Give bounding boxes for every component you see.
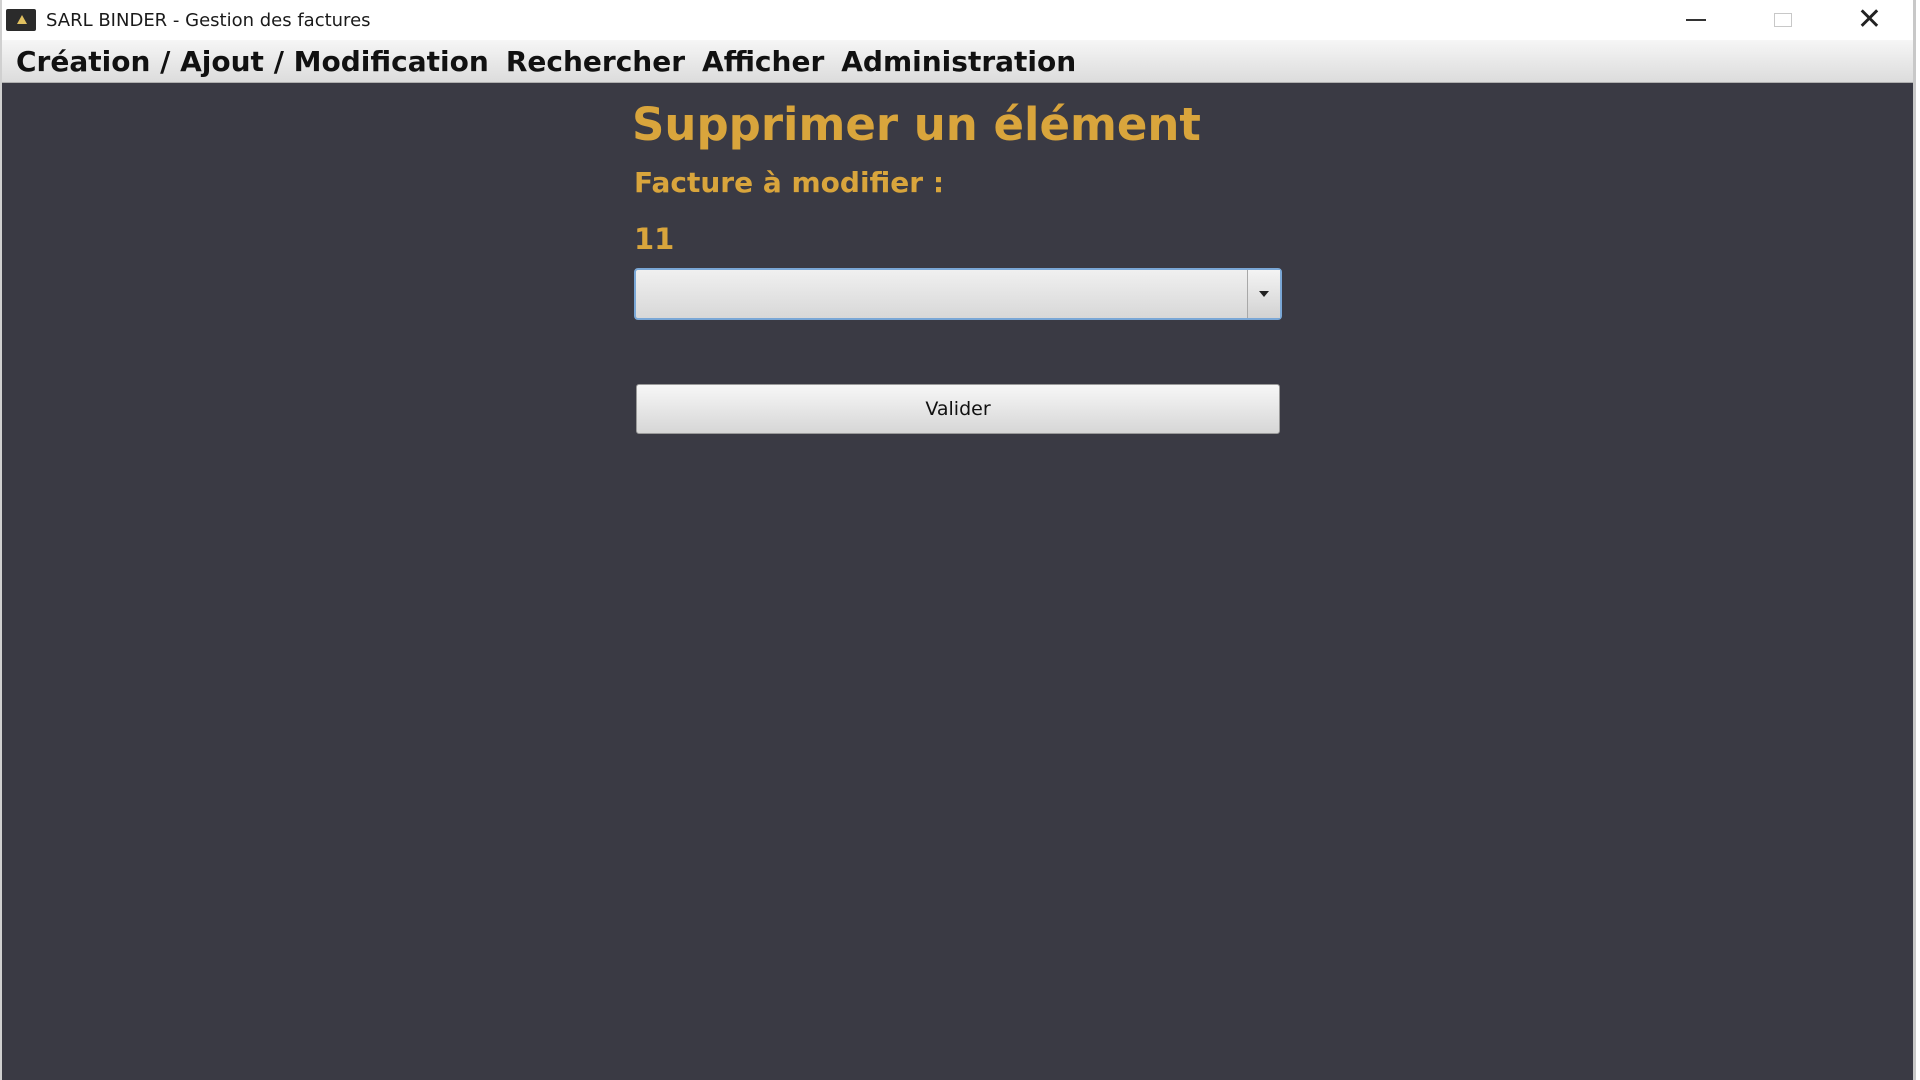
app-icon bbox=[6, 9, 36, 31]
invoice-select[interactable] bbox=[634, 268, 1282, 320]
menu-rechercher[interactable]: Rechercher bbox=[506, 45, 685, 78]
menu-bar: Création / Ajout / Modification Recherch… bbox=[2, 40, 1913, 83]
menu-administration[interactable]: Administration bbox=[841, 45, 1076, 78]
title-bar[interactable]: SARL BINDER - Gestion des factures ✕ bbox=[2, 0, 1913, 40]
app-window: SARL BINDER - Gestion des factures ✕ Cré… bbox=[0, 0, 1916, 1080]
close-icon: ✕ bbox=[1856, 2, 1883, 37]
validate-button[interactable]: Valider bbox=[636, 384, 1280, 434]
maximize-icon bbox=[1773, 13, 1792, 27]
minimize-icon bbox=[1685, 19, 1706, 21]
minimize-button[interactable] bbox=[1652, 0, 1739, 40]
menu-creation-ajout-modification[interactable]: Création / Ajout / Modification bbox=[16, 45, 489, 78]
invoice-label: Facture à modifier : bbox=[634, 166, 945, 199]
chevron-down-icon bbox=[1259, 291, 1269, 297]
window-title: SARL BINDER - Gestion des factures bbox=[46, 9, 371, 31]
menu-afficher[interactable]: Afficher bbox=[702, 45, 824, 78]
window-controls: ✕ bbox=[1652, 0, 1913, 40]
maximize-button[interactable] bbox=[1739, 0, 1826, 40]
invoice-number: 11 bbox=[634, 222, 675, 256]
close-button[interactable]: ✕ bbox=[1826, 0, 1913, 40]
dropdown-button[interactable] bbox=[1247, 270, 1280, 318]
page-title: Supprimer un élément bbox=[632, 98, 1201, 151]
